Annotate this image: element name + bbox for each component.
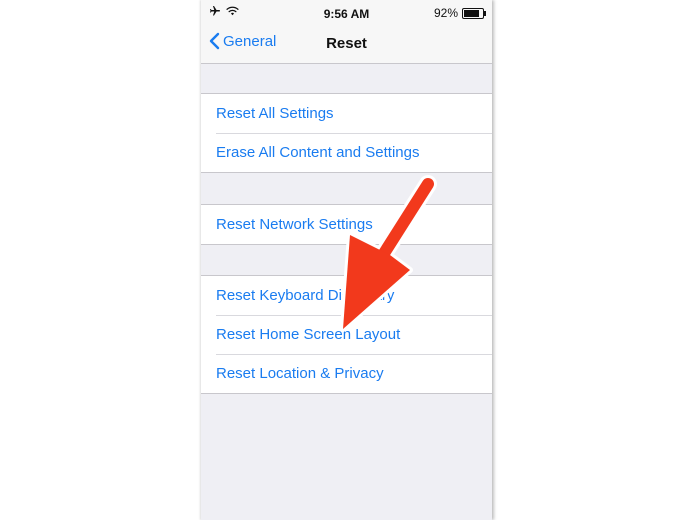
reset-all-settings-row[interactable]: Reset All Settings — [201, 94, 492, 133]
reset-location-privacy-row[interactable]: Reset Location & Privacy — [201, 354, 492, 393]
battery-icon — [462, 7, 486, 19]
back-button-label: General — [223, 32, 277, 50]
reset-keyboard-dictionary-row[interactable]: Reset Keyboard Dictionary — [201, 276, 492, 315]
battery-fill — [464, 9, 479, 17]
reset-home-screen-layout-row[interactable]: Reset Home Screen Layout — [201, 315, 492, 354]
row-label: Reset All Settings — [216, 105, 334, 122]
phone-screen: 9:56 AM 92% General Reset Reset All Sett… — [201, 0, 492, 520]
row-label: Reset Network Settings — [216, 216, 373, 233]
battery-tip — [484, 10, 486, 16]
status-right: 92% — [433, 6, 486, 20]
row-label: Reset Keyboard Dictionary — [216, 287, 395, 304]
settings-group-3: Reset Keyboard Dictionary Reset Home Scr… — [201, 275, 492, 394]
back-button[interactable]: General — [209, 32, 276, 50]
settings-group-1: Reset All Settings Erase All Content and… — [201, 93, 492, 173]
status-bar: 9:56 AM 92% — [201, 0, 492, 26]
navigation-bar: General Reset — [201, 26, 492, 64]
erase-all-content-row[interactable]: Erase All Content and Settings — [201, 133, 492, 172]
row-label: Reset Home Screen Layout — [216, 326, 401, 343]
chevron-left-icon — [209, 32, 220, 50]
battery-percent: 92% — [433, 6, 458, 20]
settings-group-2: Reset Network Settings — [201, 204, 492, 245]
reset-network-settings-row[interactable]: Reset Network Settings — [201, 205, 492, 244]
row-label: Erase All Content and Settings — [216, 144, 420, 161]
row-label: Reset Location & Privacy — [216, 365, 384, 382]
